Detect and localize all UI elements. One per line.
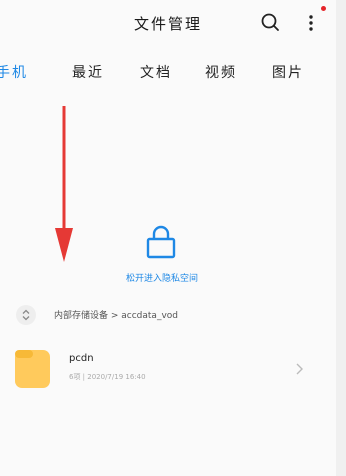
pull-down-arrow-icon (55, 106, 73, 262)
breadcrumb-path[interactable]: 内部存储设备 > accdata_vod (54, 308, 178, 321)
search-button[interactable] (258, 10, 284, 36)
tab-videos[interactable]: 视频 (205, 62, 237, 82)
expand-collapse-button[interactable] (16, 305, 36, 325)
tab-images[interactable]: 图片 (272, 62, 304, 82)
category-tabs: 手机 最近 文档 视频 图片 (0, 62, 336, 86)
private-space-entry[interactable]: 松开进入隐私空间 (102, 224, 222, 284)
file-name: pcdn (69, 353, 94, 364)
breadcrumb: 内部存储设备 > accdata_vod (0, 304, 336, 326)
more-options-button[interactable] (300, 10, 322, 36)
scrollbar-track (336, 0, 346, 476)
more-vertical-icon (309, 15, 313, 31)
chevron-right-icon (296, 363, 303, 375)
title-bar: 文件管理 (0, 0, 336, 46)
notification-dot (321, 6, 326, 11)
page-title: 文件管理 (133, 15, 202, 33)
private-space-hint: 松开进入隐私空间 (125, 274, 198, 284)
lock-icon (146, 225, 176, 259)
list-item[interactable]: pcdn 6项 | 2020/7/19 16:40 (0, 346, 336, 394)
tab-recent[interactable]: 最近 (72, 62, 104, 82)
expand-collapse-icon (22, 309, 30, 321)
tab-documents[interactable]: 文档 (140, 62, 172, 82)
search-icon (261, 13, 279, 31)
file-meta: 6项 | 2020/7/19 16:40 (69, 373, 146, 381)
tab-phone[interactable]: 手机 (0, 62, 28, 82)
folder-icon (15, 350, 50, 388)
file-manager-app: 文件管理 手机 最近 文档 视频 图片 松开进入隐私空间 内部存储设备 > ac… (0, 0, 336, 476)
